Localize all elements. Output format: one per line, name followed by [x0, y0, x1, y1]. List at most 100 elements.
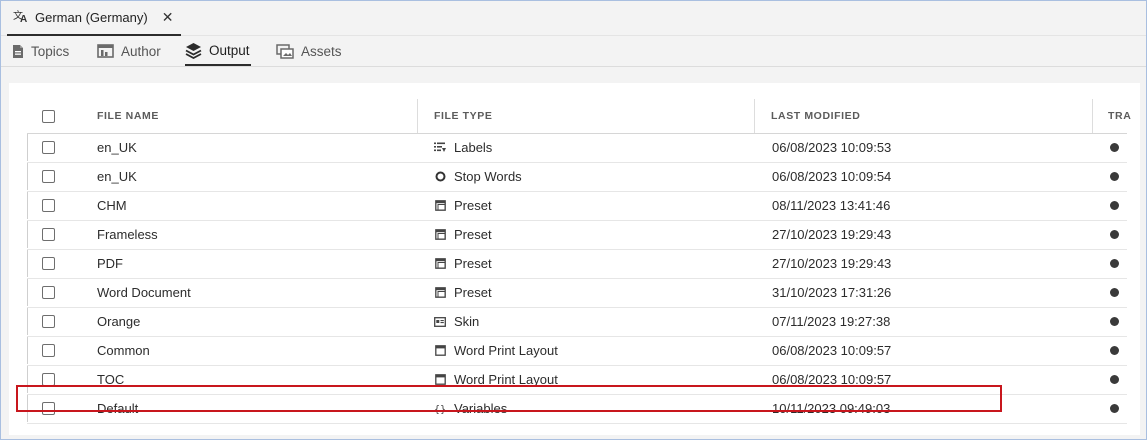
row-checkbox-box[interactable]	[42, 228, 55, 241]
last-modified-cell: 06/08/2023 10:09:57	[772, 372, 892, 387]
row-checkbox-box[interactable]	[42, 402, 55, 415]
table-row[interactable]: PDF Preset 27/10/2023 19:29:43	[27, 250, 1127, 279]
row-left-border	[27, 134, 28, 161]
table-row[interactable]: en_UK Labels 06/08/2023 10:09:53	[27, 134, 1127, 163]
document-icon	[12, 44, 24, 59]
file-name-cell: en_UK	[97, 140, 137, 155]
file-name-cell: en_UK	[97, 169, 137, 184]
row-checkbox[interactable]	[42, 134, 55, 161]
variables-icon: {}	[434, 403, 446, 415]
row-checkbox-box[interactable]	[42, 373, 55, 386]
skin-icon	[434, 316, 446, 328]
preset-icon	[434, 229, 446, 241]
column-divider[interactable]	[754, 99, 755, 133]
sub-tab-bar: Topics Author Output Assets	[1, 36, 1146, 67]
tab-output[interactable]: Output	[185, 36, 251, 66]
output-files-panel: FILE NAME FILE TYPE LAST MODIFIED TRA en…	[9, 83, 1140, 435]
last-modified-cell: 06/08/2023 10:09:54	[772, 169, 892, 184]
layers-icon	[185, 42, 202, 59]
preset-icon	[434, 287, 446, 299]
select-all-checkbox-box[interactable]	[42, 109, 55, 123]
table-row[interactable]: Word Document Preset 31/10/2023 17:31:26	[27, 279, 1127, 308]
tab-assets[interactable]: Assets	[276, 36, 342, 66]
close-icon[interactable]: ✕	[162, 9, 174, 26]
column-header-file-type[interactable]: FILE TYPE	[434, 99, 493, 133]
status-dot-icon	[1110, 288, 1119, 297]
print-layout-icon	[434, 345, 446, 357]
status-cell	[1110, 337, 1119, 364]
row-checkbox-box[interactable]	[42, 315, 55, 328]
row-checkbox[interactable]	[42, 308, 55, 335]
row-checkbox[interactable]	[42, 192, 55, 219]
file-type-cell: Preset	[434, 279, 492, 306]
svg-text:{}: {}	[434, 405, 446, 415]
file-type-cell: Preset	[434, 221, 492, 248]
file-type-label: Stop Words	[454, 169, 522, 184]
status-cell	[1110, 163, 1119, 190]
table-header: FILE NAME FILE TYPE LAST MODIFIED TRA	[27, 99, 1131, 134]
row-checkbox[interactable]	[42, 395, 55, 422]
row-checkbox-box[interactable]	[42, 141, 55, 154]
row-checkbox-box[interactable]	[42, 170, 55, 183]
status-dot-icon	[1110, 230, 1119, 239]
column-divider[interactable]	[1092, 99, 1093, 133]
svg-text:A: A	[20, 14, 27, 23]
row-checkbox[interactable]	[42, 250, 55, 277]
row-checkbox-box[interactable]	[42, 286, 55, 299]
row-checkbox-box[interactable]	[42, 344, 55, 357]
status-cell	[1110, 221, 1119, 248]
file-type-cell: Labels	[434, 134, 492, 161]
row-checkbox[interactable]	[42, 337, 55, 364]
status-cell	[1110, 250, 1119, 277]
status-cell	[1110, 395, 1119, 422]
row-left-border	[27, 221, 28, 248]
file-name-cell: Orange	[97, 314, 141, 329]
table-row[interactable]: TOC Word Print Layout 06/08/2023 10:09:5…	[27, 366, 1127, 395]
last-modified-cell: 10/11/2023 09:49:03	[772, 401, 891, 416]
tab-author[interactable]: Author	[97, 36, 161, 66]
status-cell	[1110, 308, 1119, 335]
document-tab-bar: 文 A German (Germany) ✕	[1, 1, 1146, 36]
file-type-label: Skin	[454, 314, 480, 329]
file-type-cell: Word Print Layout	[434, 366, 558, 393]
file-type-cell: Word Print Layout	[434, 337, 558, 364]
table-row[interactable]: Orange Skin 07/11/2023 19:27:38	[27, 308, 1127, 337]
row-left-border	[27, 192, 28, 219]
row-checkbox[interactable]	[42, 279, 55, 306]
last-modified-cell: 06/08/2023 10:09:53	[772, 140, 892, 155]
file-type-cell: Stop Words	[434, 163, 522, 190]
row-left-border	[27, 250, 28, 277]
translate-icon: 文 A	[13, 9, 29, 26]
table-row[interactable]: Common Word Print Layout 06/08/2023 10:0…	[27, 337, 1127, 366]
table-row[interactable]: Default {} Variables 10/11/2023 09:49:03	[27, 395, 1127, 424]
column-header-file-name[interactable]: FILE NAME	[97, 99, 159, 133]
table-row[interactable]: CHM Preset 08/11/2023 13:41:46	[27, 192, 1127, 221]
file-type-cell: Preset	[434, 192, 492, 219]
table-row[interactable]: en_UK Stop Words 06/08/2023 10:09:54	[27, 163, 1127, 192]
status-dot-icon	[1110, 317, 1119, 326]
tab-topics[interactable]: Topics	[12, 36, 69, 66]
row-checkbox-box[interactable]	[42, 199, 55, 212]
file-type-label: Variables	[454, 401, 508, 416]
file-name-cell: TOC	[97, 372, 125, 387]
column-header-last-modified[interactable]: LAST MODIFIED	[771, 99, 860, 133]
row-checkbox[interactable]	[42, 163, 55, 190]
column-header-tra[interactable]: TRA	[1108, 99, 1131, 133]
tab-author-label: Author	[121, 43, 161, 59]
file-type-label: Preset	[454, 285, 492, 300]
select-all-checkbox[interactable]	[42, 99, 55, 133]
table-row[interactable]: Frameless Preset 27/10/2023 19:29:43	[27, 221, 1127, 250]
row-checkbox-box[interactable]	[42, 257, 55, 270]
labels-icon	[434, 142, 446, 154]
document-tab-german[interactable]: 文 A German (Germany) ✕	[7, 1, 182, 36]
row-checkbox[interactable]	[42, 221, 55, 248]
row-left-border	[27, 366, 28, 393]
row-checkbox[interactable]	[42, 366, 55, 393]
file-name-cell: Common	[97, 343, 150, 358]
status-cell	[1110, 279, 1119, 306]
last-modified-cell: 27/10/2023 19:29:43	[772, 227, 892, 242]
file-type-label: Word Print Layout	[454, 372, 558, 387]
column-divider[interactable]	[417, 99, 418, 133]
preset-icon	[434, 258, 446, 270]
status-dot-icon	[1110, 201, 1119, 210]
